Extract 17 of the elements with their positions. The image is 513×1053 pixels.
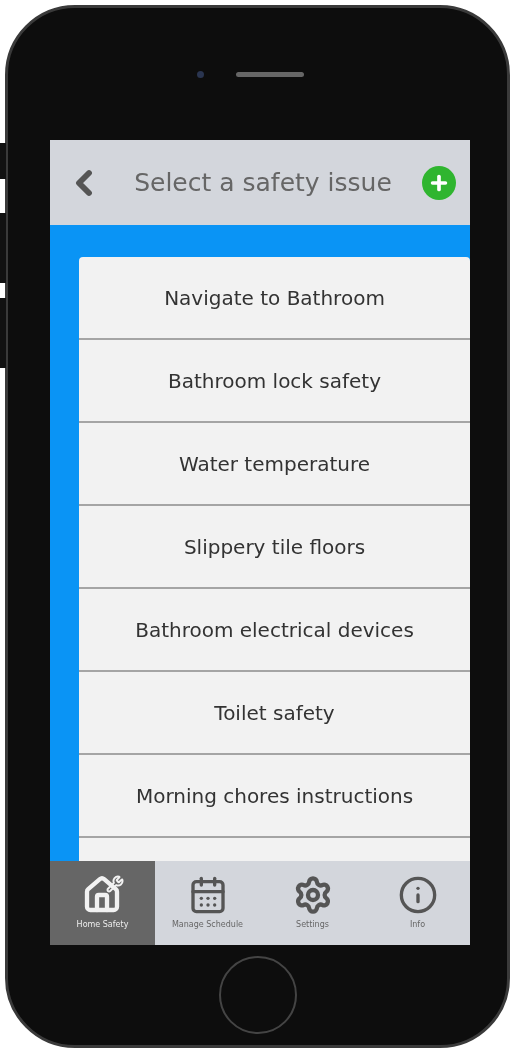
issue-item[interactable]: Navigate to Bathroom: [79, 257, 470, 340]
issue-item[interactable]: Bathroom electrical devices: [79, 589, 470, 672]
issue-item[interactable]: Morning chores instructions: [79, 755, 470, 838]
issue-item[interactable]: Bathroom lock safety: [79, 340, 470, 423]
tab-label: Settings: [296, 919, 329, 931]
tab-label: Info: [409, 919, 426, 931]
speaker-slot: [235, 71, 304, 77]
tab-label: Manage Schedule: [171, 919, 244, 931]
screen-title: Select a safety issue: [133, 166, 393, 199]
home-button[interactable]: [218, 956, 297, 1034]
tab-item[interactable]: Home Safety: [50, 861, 155, 945]
issue-item[interactable]: Slippery tile floors: [79, 506, 470, 589]
issue-item[interactable]: Toilet safety: [79, 672, 470, 755]
info-icon: [397, 875, 438, 915]
tab-label: Home Safety: [76, 919, 129, 931]
issue-item[interactable]: Water temperature: [79, 423, 470, 506]
add-button[interactable]: [422, 165, 456, 200]
